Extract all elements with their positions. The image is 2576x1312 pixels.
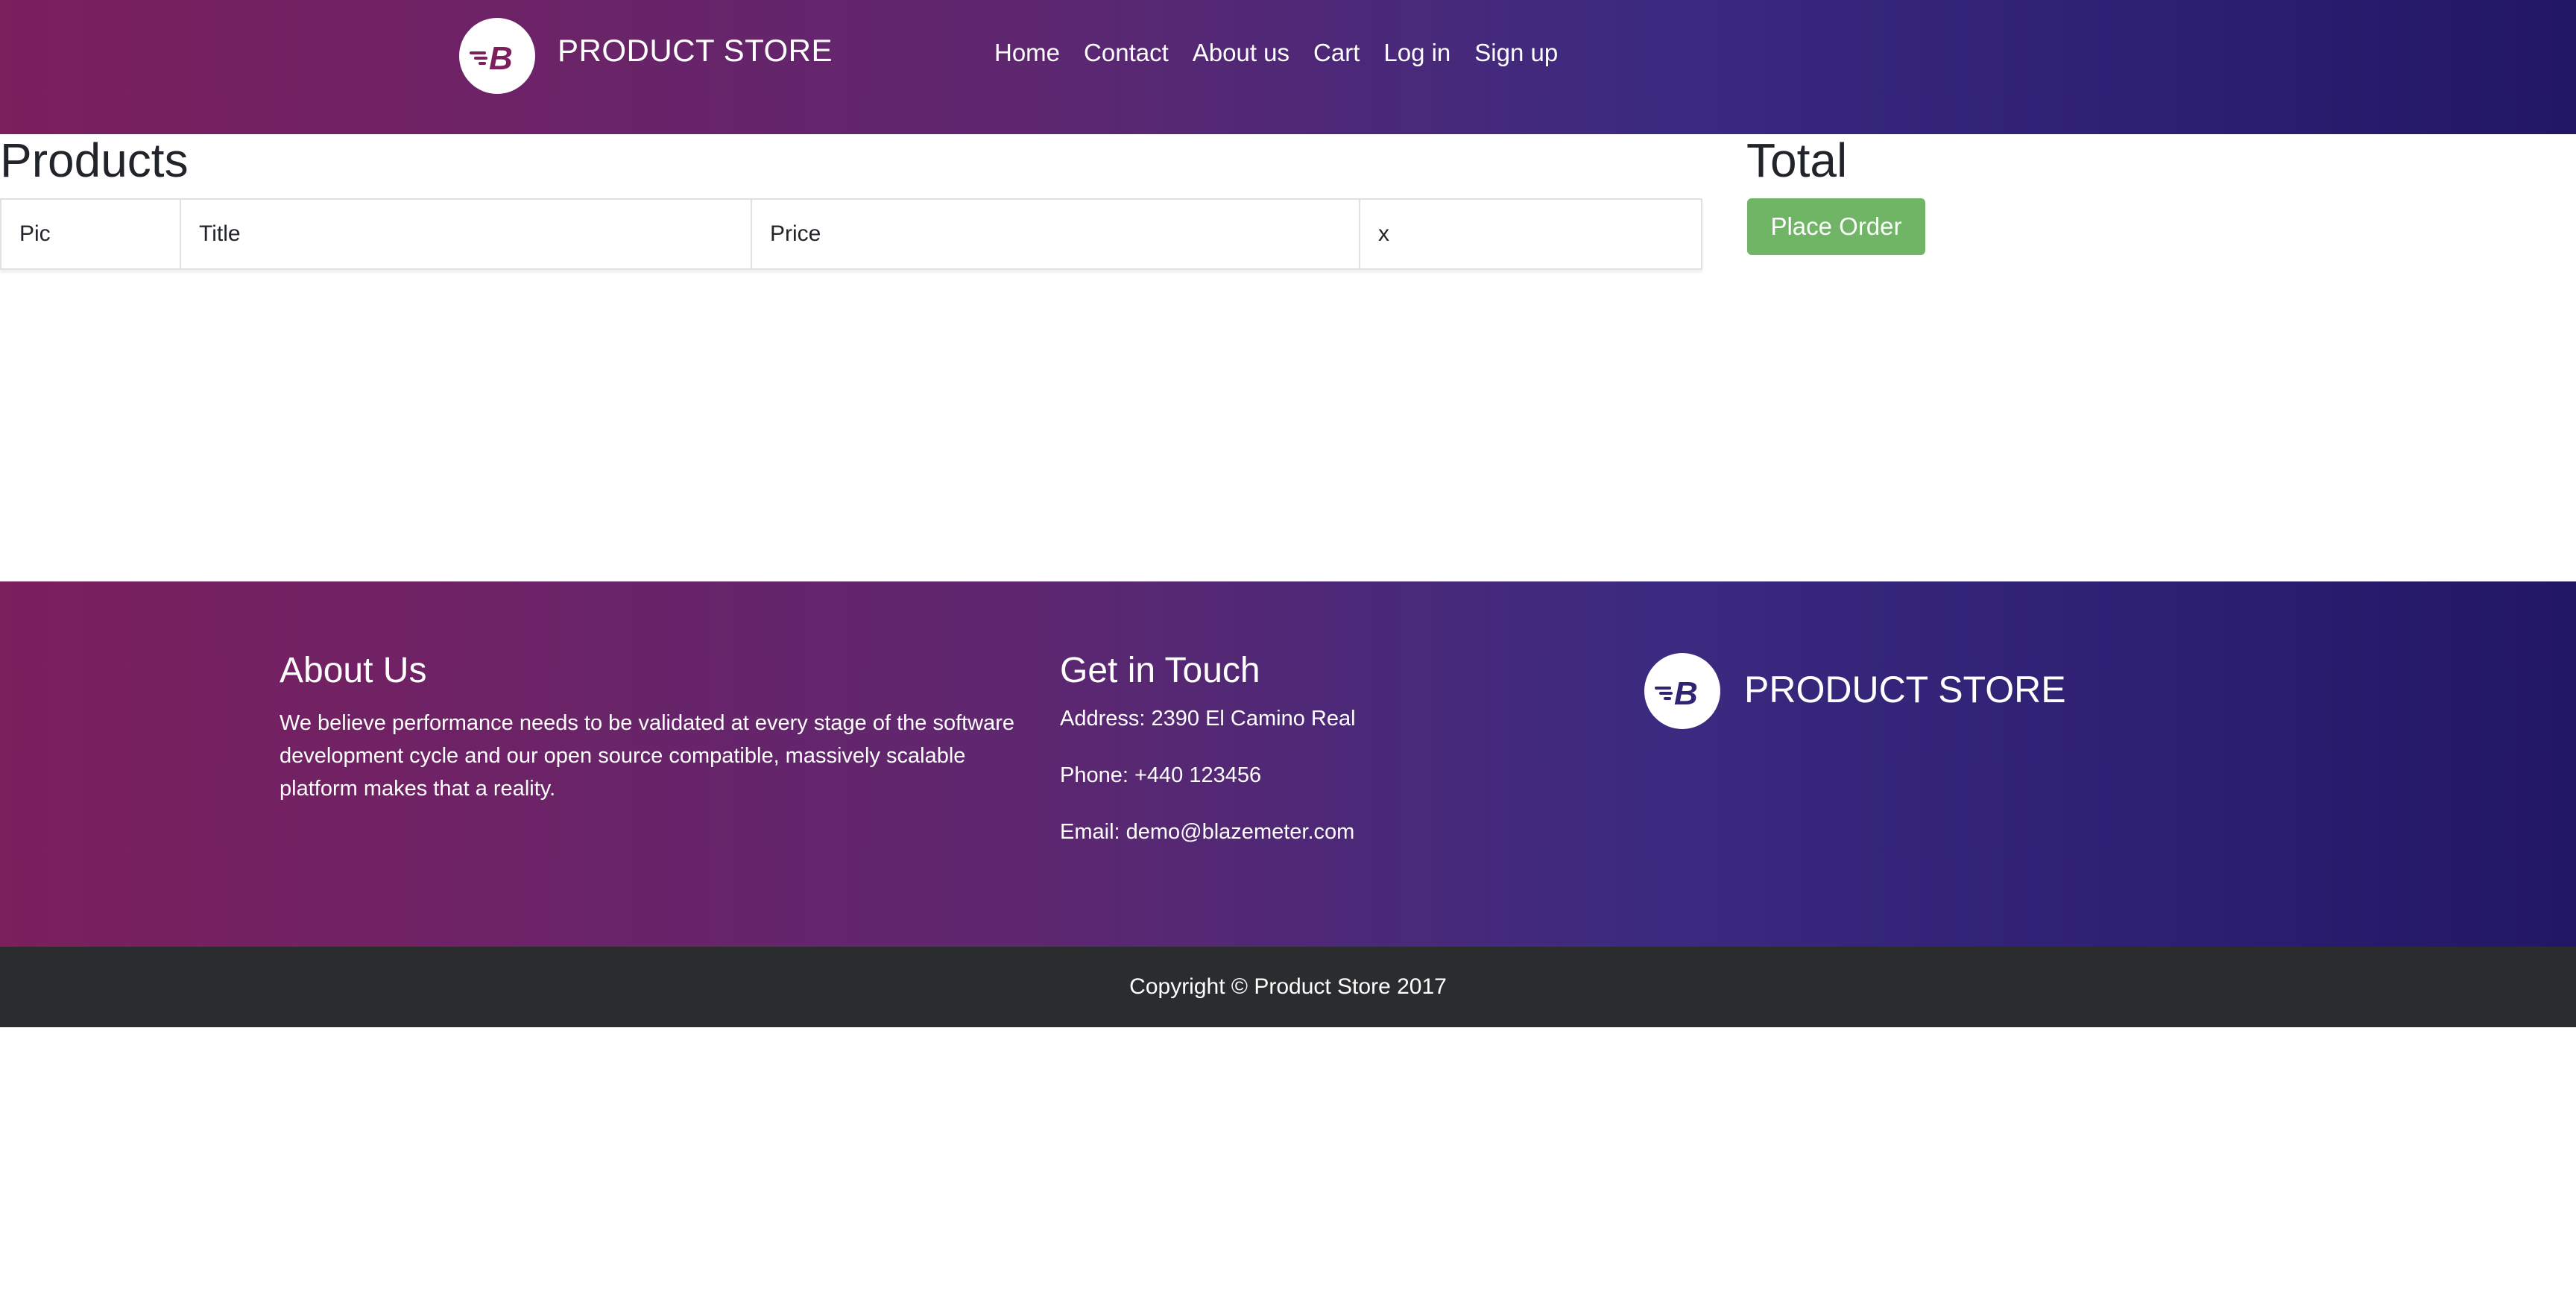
- nav-contact[interactable]: Contact: [1072, 39, 1181, 67]
- nav-home[interactable]: Home: [994, 39, 1072, 67]
- footer: About Us We believe performance needs to…: [0, 581, 2576, 947]
- brand-name[interactable]: PRODUCT STORE: [558, 33, 833, 69]
- contact-email: Email: demo@blazemeter.com: [1060, 820, 1355, 844]
- about-us-text: We believe performance needs to be valid…: [280, 711, 1015, 801]
- about-us-heading: About Us: [280, 651, 427, 690]
- svg-text:B: B: [1674, 675, 1698, 712]
- products-title: Products: [0, 133, 189, 187]
- cart-table: Pic Title Price x: [0, 198, 1702, 270]
- blazemeter-b-icon: B: [1655, 675, 1698, 712]
- copyright-text: Copyright © Product Store 2017: [1129, 974, 1447, 999]
- nav-about-us[interactable]: About us: [1181, 39, 1301, 67]
- footer-logo-icon: B: [1644, 653, 1720, 729]
- nav-sign-up[interactable]: Sign up: [1462, 39, 1570, 67]
- column-header-title: Title: [180, 198, 752, 270]
- table-header-row: Pic Title Price x: [0, 198, 1702, 270]
- blazemeter-b-icon: B: [470, 40, 513, 77]
- total-title: Total: [1746, 133, 1848, 187]
- copyright-bar: Copyright © Product Store 2017: [0, 947, 2576, 1027]
- place-order-button[interactable]: Place Order: [1747, 198, 1925, 255]
- column-header-price: Price: [751, 198, 1360, 270]
- footer-brand-name: PRODUCT STORE: [1744, 669, 2066, 710]
- contact-phone: Phone: +440 123456: [1060, 763, 1262, 787]
- svg-text:B: B: [489, 40, 513, 77]
- contact-address: Address: 2390 El Camino Real: [1060, 707, 1356, 731]
- nav-log-in[interactable]: Log in: [1371, 39, 1462, 67]
- nav-links: Home Contact About us Cart Log in Sign u…: [994, 39, 1570, 67]
- column-header-pic: Pic: [0, 198, 181, 270]
- get-in-touch-heading: Get in Touch: [1060, 651, 1260, 690]
- column-header-delete: x: [1359, 198, 1702, 270]
- nav-cart[interactable]: Cart: [1301, 39, 1371, 67]
- navbar: B PRODUCT STORE Home Contact About us Ca…: [0, 0, 2576, 134]
- brand-logo-icon[interactable]: B: [459, 18, 535, 94]
